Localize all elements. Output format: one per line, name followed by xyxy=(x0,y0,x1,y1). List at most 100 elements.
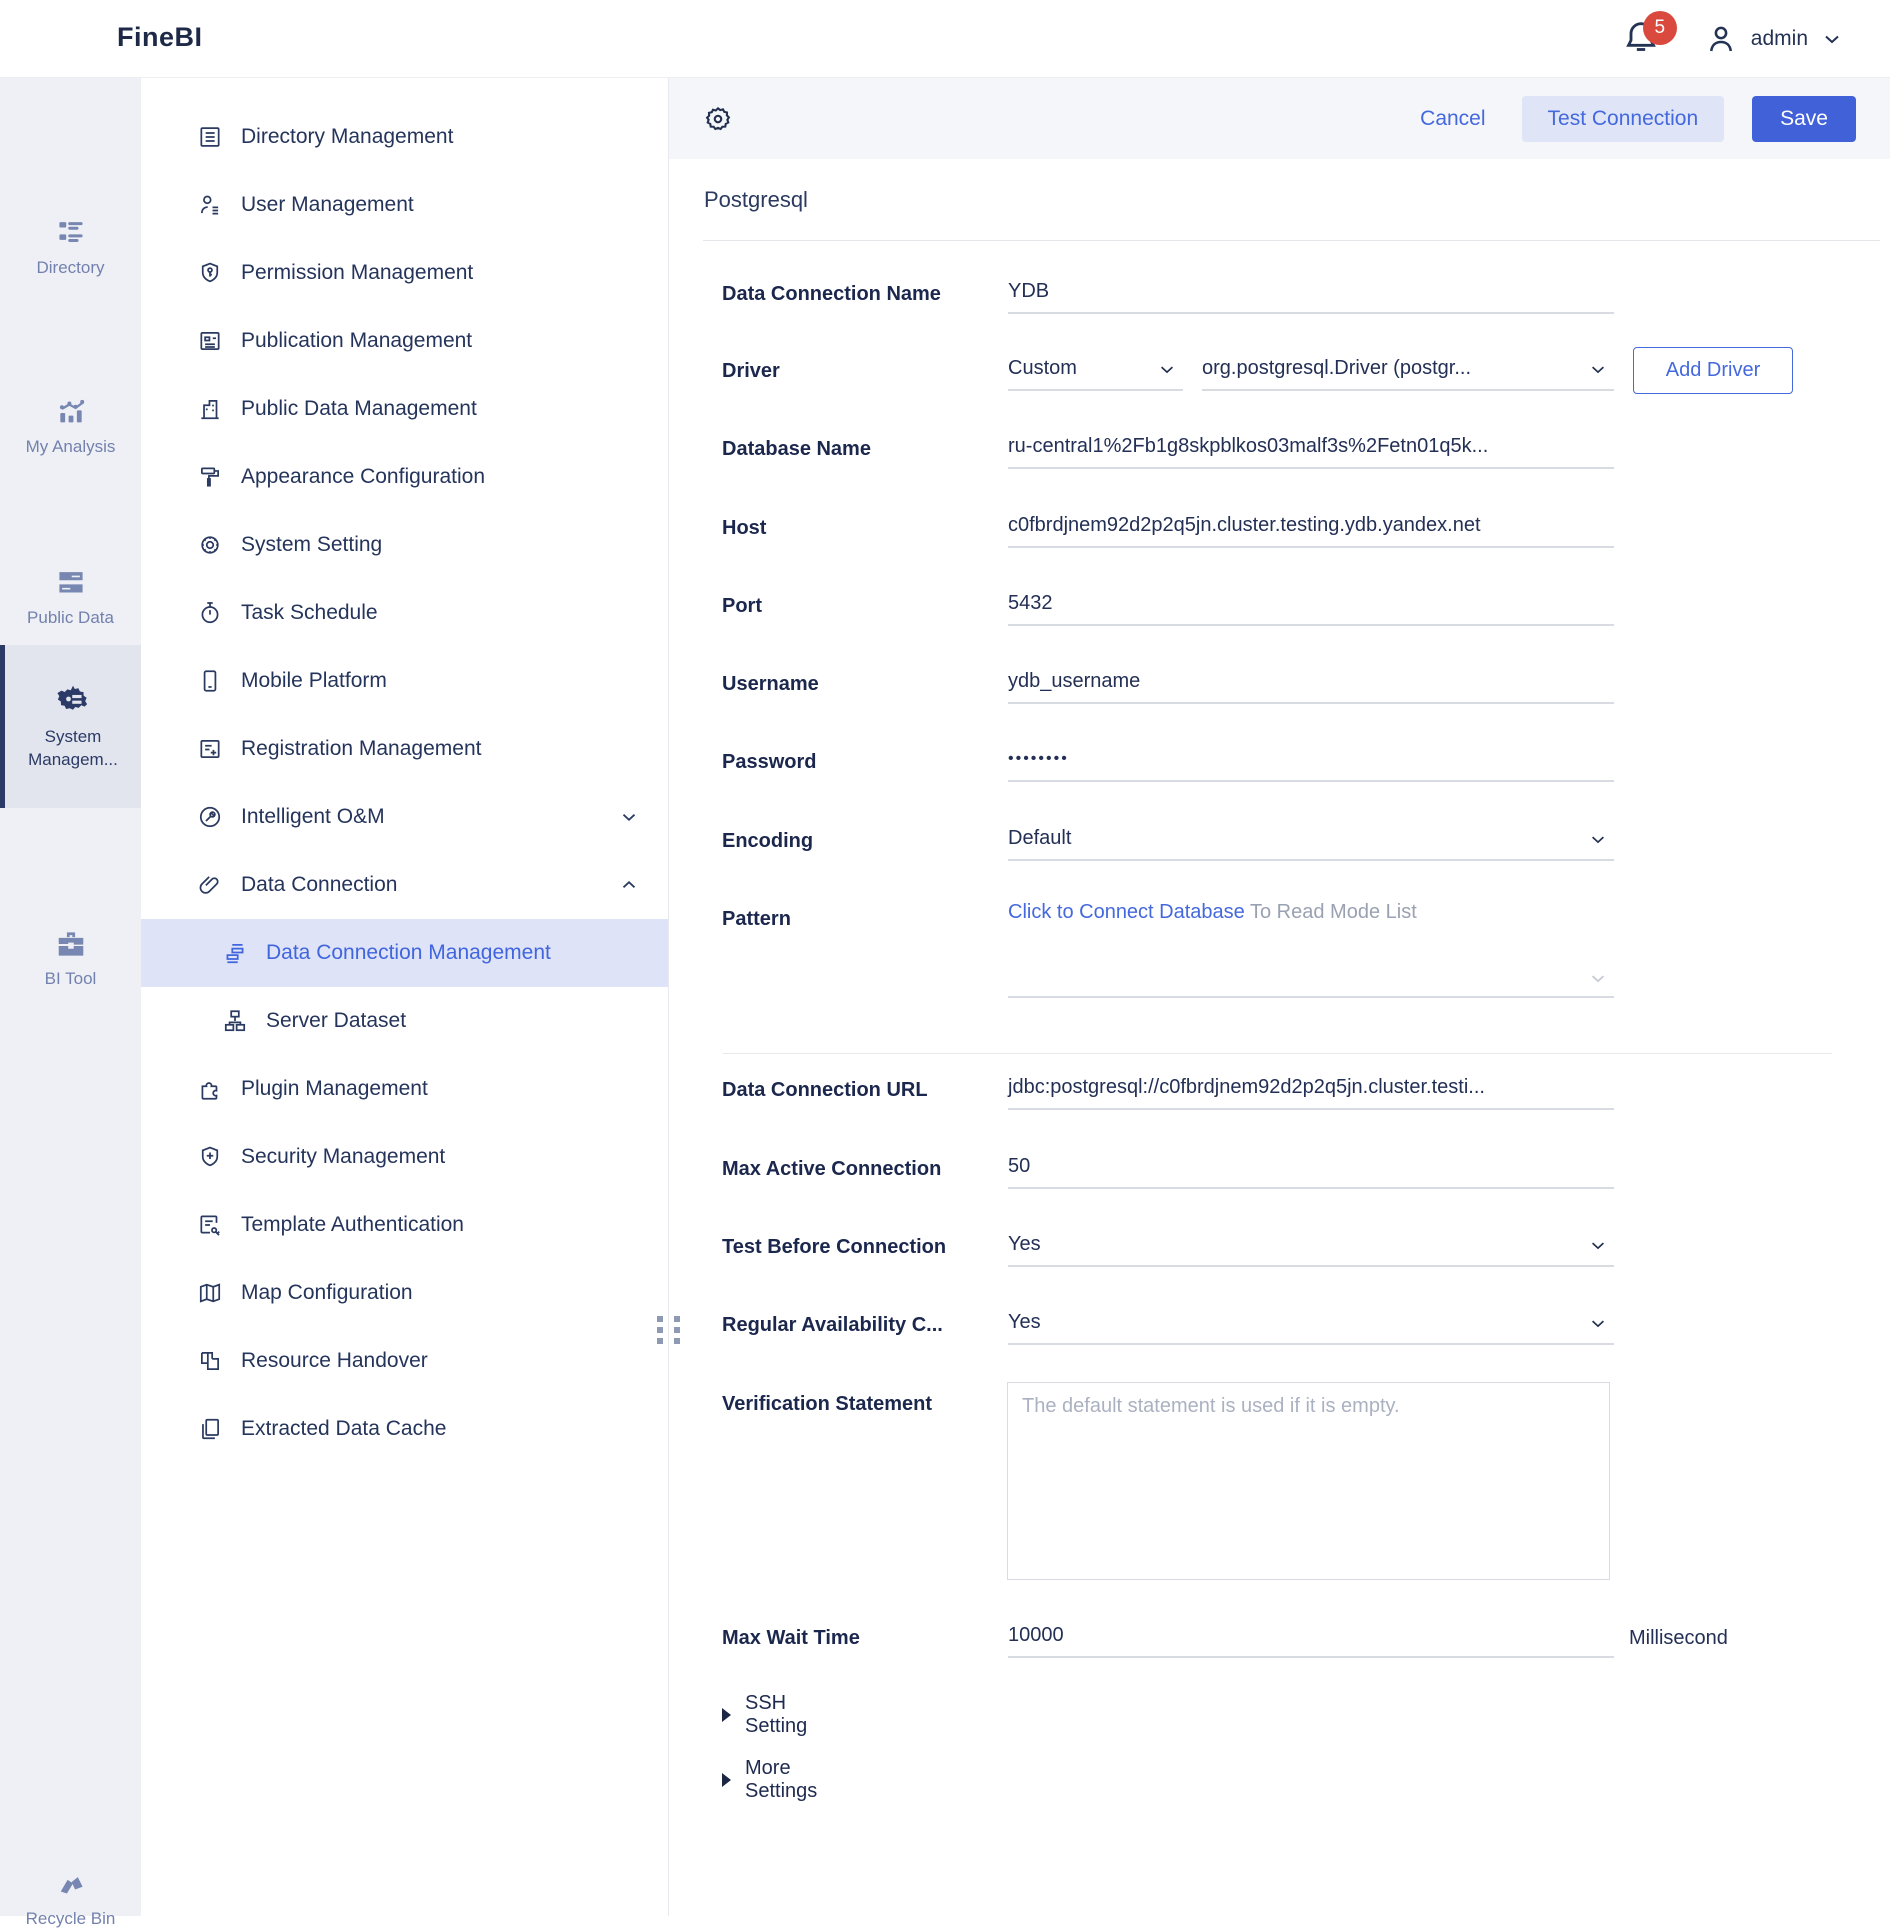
sidebar-item-label: Registration Management xyxy=(241,737,481,761)
sidebar-item-label: Template Authentication xyxy=(241,1213,464,1237)
ssh-setting-toggle[interactable]: SSH Setting xyxy=(722,1692,807,1738)
sidebar-item-publication-management[interactable]: Publication Management xyxy=(141,307,668,375)
sidebar-item-data-connection[interactable]: Data Connection xyxy=(141,851,668,919)
main-content: Cancel Test Connection Save Postgresql D… xyxy=(669,78,1890,1916)
shield-key-icon xyxy=(197,260,223,286)
gear-icon xyxy=(197,532,223,558)
sidebar-item-label: Plugin Management xyxy=(241,1077,428,1101)
rail-item-directory[interactable]: Directory xyxy=(0,218,141,280)
sidebar-resize-handle[interactable] xyxy=(657,1316,685,1343)
data-connection-name-input[interactable]: YDB xyxy=(1008,274,1614,314)
save-button[interactable]: Save xyxy=(1752,96,1856,142)
driver-type-select[interactable]: Custom xyxy=(1008,351,1183,391)
recycle-drive-icon xyxy=(54,1869,88,1899)
more-settings-toggle[interactable]: More Settings xyxy=(722,1757,817,1803)
notifications-button[interactable]: 5 xyxy=(1621,15,1665,63)
sidebar-item-map-configuration[interactable]: Map Configuration xyxy=(141,1259,668,1327)
notification-badge: 5 xyxy=(1643,11,1677,45)
analysis-chart-icon xyxy=(54,395,88,427)
user-icon xyxy=(197,192,223,218)
data-connection-url-input[interactable]: jdbc:postgresql://c0fbrdjnem92d2p2q5jn.c… xyxy=(1008,1070,1614,1110)
sidebar-item-label: Data Connection Management xyxy=(266,941,551,965)
org-chart-icon xyxy=(222,1008,248,1034)
map-icon xyxy=(197,1280,223,1306)
sidebar-item-label: Appearance Configuration xyxy=(241,465,485,489)
field-label: Driver xyxy=(722,357,1004,385)
sidebar-item-server-dataset[interactable]: Server Dataset xyxy=(141,987,668,1055)
rail-item-system-management[interactable]: System Managem... xyxy=(0,645,141,808)
password-input[interactable]: •••••••• xyxy=(1008,742,1614,782)
connect-database-link[interactable]: Click to Connect Database xyxy=(1008,901,1245,923)
cancel-button[interactable]: Cancel xyxy=(1420,107,1485,131)
sidebar-item-user-management[interactable]: User Management xyxy=(141,171,668,239)
stacked-data-icon xyxy=(54,568,88,598)
sidebar-item-label: Public Data Management xyxy=(241,397,477,421)
directory-list-icon xyxy=(197,124,223,150)
rail-item-my-analysis[interactable]: My Analysis xyxy=(0,395,141,459)
rail-item-public-data[interactable]: Public Data xyxy=(0,568,141,630)
sidebar-item-resource-handover[interactable]: Resource Handover xyxy=(141,1327,668,1395)
user-name: admin xyxy=(1751,27,1808,51)
sidebar-item-label: Task Schedule xyxy=(241,601,378,625)
sidebar-item-template-authentication[interactable]: Template Authentication xyxy=(141,1191,668,1259)
add-driver-button[interactable]: Add Driver xyxy=(1633,347,1793,394)
chevron-down-icon xyxy=(1588,830,1608,850)
user-menu[interactable]: admin xyxy=(1703,21,1844,57)
sidebar-item-data-connection-management[interactable]: Data Connection Management xyxy=(141,919,668,987)
settings-gear-icon[interactable] xyxy=(703,104,733,134)
sidebar-item-intelligent-om[interactable]: Intelligent O&M xyxy=(141,783,668,851)
sidebar-item-label: Extracted Data Cache xyxy=(241,1417,446,1441)
max-wait-time-input[interactable]: 10000 xyxy=(1008,1618,1614,1658)
sidebar-item-public-data-management[interactable]: Public Data Management xyxy=(141,375,668,443)
sidebar-item-appearance-configuration[interactable]: Appearance Configuration xyxy=(141,443,668,511)
field-label: Password xyxy=(722,748,1004,776)
phone-icon xyxy=(197,668,223,694)
blocks-icon xyxy=(222,940,248,966)
rail-label: System Managem... xyxy=(5,726,141,772)
port-input[interactable]: 5432 xyxy=(1008,586,1614,626)
field-label: Regular Availability C... xyxy=(722,1311,1004,1339)
chevron-down-icon xyxy=(1157,360,1177,380)
sidebar-item-system-setting[interactable]: System Setting xyxy=(141,511,668,579)
driver-class-select[interactable]: org.postgresql.Driver (postgr... xyxy=(1202,351,1614,391)
encoding-select[interactable]: Default xyxy=(1008,821,1614,861)
field-label: Verification Statement xyxy=(722,1390,1004,1418)
toolbox-icon xyxy=(54,929,88,959)
pattern-hint-text: To Read Mode List xyxy=(1245,901,1417,923)
sidebar-item-task-schedule[interactable]: Task Schedule xyxy=(141,579,668,647)
rail-item-bi-tool[interactable]: BI Tool xyxy=(0,929,141,991)
field-label: Database Name xyxy=(722,435,1004,463)
section-divider xyxy=(723,1053,1832,1054)
test-connection-button[interactable]: Test Connection xyxy=(1522,96,1725,142)
sidebar-item-extracted-data-cache[interactable]: Extracted Data Cache xyxy=(141,1395,668,1463)
shield-plus-icon xyxy=(197,1144,223,1170)
sidebar-item-label: Server Dataset xyxy=(266,1009,406,1033)
field-label: Encoding xyxy=(722,827,1004,855)
host-input[interactable]: c0fbrdjnem92d2p2q5jn.cluster.testing.ydb… xyxy=(1008,508,1614,548)
regular-availability-select[interactable]: Yes xyxy=(1008,1305,1614,1345)
sidebar-item-permission-management[interactable]: Permission Management xyxy=(141,239,668,307)
sidebar-item-security-management[interactable]: Security Management xyxy=(141,1123,668,1191)
username-input[interactable]: ydb_username xyxy=(1008,664,1614,704)
sidebar-item-label: Directory Management xyxy=(241,125,453,149)
sidebar-item-registration-management[interactable]: Registration Management xyxy=(141,715,668,783)
chevron-down-icon xyxy=(618,806,640,828)
rail-item-recycle-bin[interactable]: Recycle Bin xyxy=(0,1869,141,1931)
sidebar-item-plugin-management[interactable]: Plugin Management xyxy=(141,1055,668,1123)
sidebar-item-label: Publication Management xyxy=(241,329,472,353)
triangle-right-icon xyxy=(722,1773,731,1787)
pattern-select[interactable] xyxy=(1008,957,1614,998)
paint-roller-icon xyxy=(197,464,223,490)
copy-icon xyxy=(197,1416,223,1442)
building-icon xyxy=(197,396,223,422)
chevron-down-icon xyxy=(1820,27,1844,51)
test-before-connection-select[interactable]: Yes xyxy=(1008,1227,1614,1267)
field-label: Test Before Connection xyxy=(722,1233,1004,1261)
person-icon xyxy=(1703,21,1739,57)
max-active-connection-input[interactable]: 50 xyxy=(1008,1149,1614,1189)
sidebar-item-directory-management[interactable]: Directory Management xyxy=(141,103,668,171)
database-name-input[interactable]: ru-central1%2Fb1g8skpblkos03malf3s%2Fetn… xyxy=(1008,429,1614,469)
verification-statement-textarea[interactable] xyxy=(1007,1382,1610,1580)
sidebar-item-label: Data Connection xyxy=(241,873,397,897)
sidebar-item-mobile-platform[interactable]: Mobile Platform xyxy=(141,647,668,715)
